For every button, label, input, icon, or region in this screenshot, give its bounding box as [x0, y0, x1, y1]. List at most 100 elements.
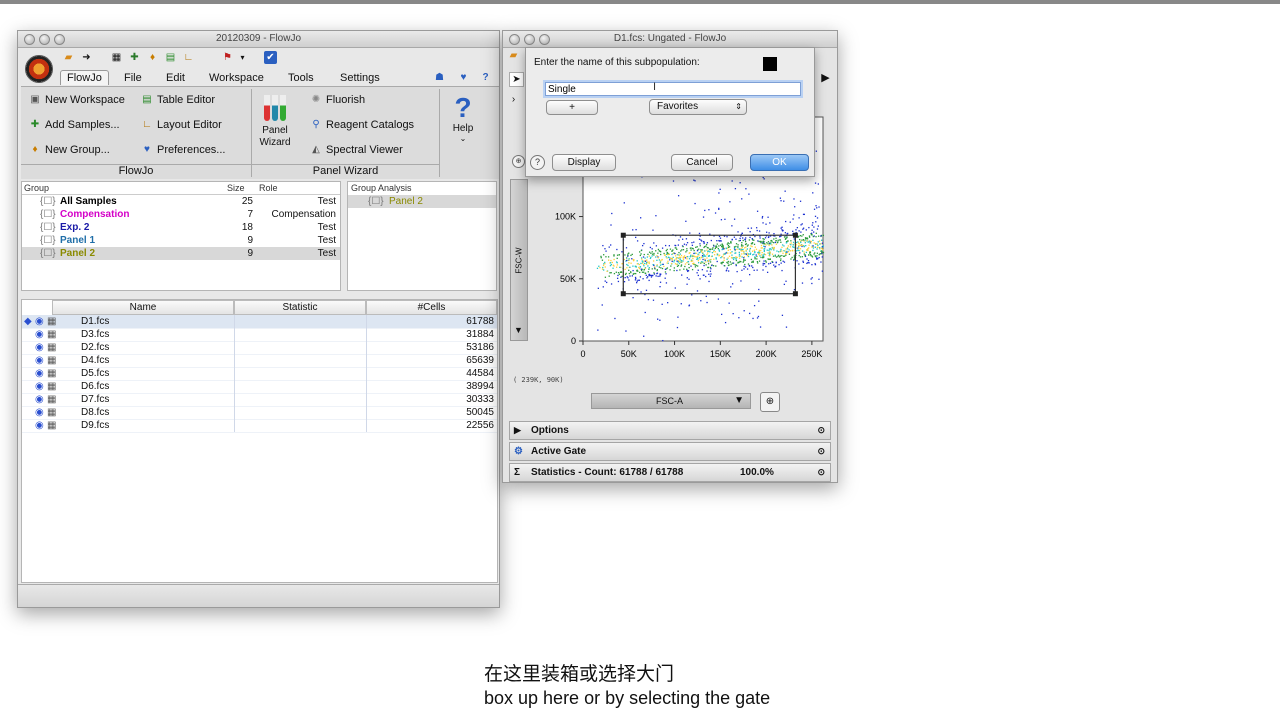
menu-file[interactable]: File	[124, 71, 142, 85]
fluorish-button[interactable]: ✺ Fluorish	[310, 94, 365, 106]
close-button[interactable]	[24, 34, 35, 45]
event-point	[627, 253, 629, 255]
sample-row[interactable]: ◉ ▦ D3.fcs 31884	[22, 328, 497, 342]
event-point	[668, 245, 671, 247]
spectral-viewer-button[interactable]: ◭ Spectral Viewer	[310, 144, 403, 156]
add-samples-button[interactable]: ✚ Add Samples...	[29, 119, 120, 131]
plot-titlebar[interactable]: D1.fcs: Ungated - FlowJo	[503, 31, 837, 48]
group-row[interactable]: {☐} Panel 2 9 Test	[22, 247, 340, 260]
checkmark-icon[interactable]: ✔	[264, 51, 277, 64]
zoom-button[interactable]	[54, 34, 65, 45]
add-samples-icon[interactable]: ✚	[128, 51, 141, 64]
event-point	[601, 304, 603, 306]
table-icon[interactable]: ▤	[164, 51, 177, 64]
new-group-button[interactable]: ♦ New Group...	[29, 144, 109, 156]
workspace-titlebar[interactable]: 20120309 - FlowJo	[18, 31, 499, 48]
event-point	[635, 236, 637, 239]
layout-grid-icon[interactable]: ▦	[110, 51, 123, 64]
heart-icon[interactable]: ♥	[457, 71, 470, 84]
event-point	[737, 246, 739, 248]
forward-arrow-icon[interactable]: ➜	[80, 51, 93, 64]
group-row[interactable]: {☐} Exp. 2 18 Test	[22, 221, 340, 234]
subpopulation-name-input[interactable]	[545, 82, 801, 96]
menu-settings[interactable]: Settings	[340, 71, 380, 85]
help-circle-button[interactable]: ?	[530, 155, 545, 170]
event-point	[821, 270, 824, 272]
statistics-section[interactable]: Σ Statistics - Count: 61788 / 61788 100.…	[509, 463, 831, 482]
flag-icon[interactable]: ⚑	[221, 51, 234, 64]
statistic-column-header[interactable]: Statistic	[234, 300, 366, 315]
chevron-down-icon[interactable]: ▾	[236, 51, 249, 64]
menu-tools[interactable]: Tools	[288, 71, 314, 85]
open-folder-icon[interactable]: ▰	[507, 49, 520, 62]
table-editor-button[interactable]: ▤ Table Editor	[141, 94, 215, 106]
plot-close-button[interactable]	[509, 34, 520, 45]
favorites-dropdown[interactable]: Favorites ⇕	[649, 99, 747, 115]
event-point	[671, 259, 673, 261]
sample-row[interactable]: ◉ ▦ D5.fcs 44584	[22, 367, 497, 381]
active-gate-section[interactable]: ⚙ Active Gate ⊙	[509, 442, 831, 461]
gate-overlay-icon[interactable]: ⊕	[512, 155, 525, 168]
add-button[interactable]: +	[546, 100, 598, 115]
sample-radio-icon[interactable]: ◉	[35, 354, 44, 367]
sample-radio-icon[interactable]: ◉	[35, 380, 44, 393]
cells-column-header[interactable]: #Cells	[366, 300, 497, 315]
layout-editor-button[interactable]: ∟ Layout Editor	[141, 119, 222, 131]
sample-radio-icon[interactable]: ◉	[35, 419, 44, 432]
group-row[interactable]: {☐} All Samples 25 Test	[22, 195, 340, 208]
group-row[interactable]: {☐} Panel 1 9 Test	[22, 234, 340, 247]
sample-radio-icon[interactable]: ◉	[35, 315, 44, 328]
layout-icon[interactable]: ∟	[182, 51, 195, 64]
size-column-header[interactable]: Size	[227, 183, 245, 193]
sample-radio-icon[interactable]: ◉	[35, 406, 44, 419]
role-column-header[interactable]: Role	[259, 183, 278, 193]
flowjo-logo-icon[interactable]	[25, 55, 53, 83]
sample-row[interactable]: ◉ ▦ D2.fcs 53186	[22, 341, 497, 355]
group-bracket-icon: {☐}	[40, 209, 56, 220]
pointer-tool-icon[interactable]: ➤	[509, 72, 524, 87]
right-arrow-icon[interactable]: ▶	[819, 72, 832, 85]
y-axis-selector[interactable]: FSC-W ▼	[510, 179, 528, 341]
name-column-header[interactable]: Name	[52, 300, 234, 315]
expand-arrow-icon[interactable]: ›	[507, 93, 520, 106]
sample-radio-icon[interactable]: ◉	[35, 328, 44, 341]
x-axis-selector[interactable]: FSC-A ▼	[591, 393, 751, 409]
options-section[interactable]: ▶ Options ⊙	[509, 421, 831, 440]
preferences-button[interactable]: ♥ Preferences...	[141, 144, 225, 156]
menu-workspace[interactable]: Workspace	[209, 71, 264, 85]
reagent-catalogs-button[interactable]: ⚲ Reagent Catalogs	[310, 119, 414, 131]
sample-row[interactable]: ◆ ◉ ▦ D1.fcs 61788	[22, 315, 497, 329]
sample-row[interactable]: ◉ ▦ D9.fcs 22556	[22, 419, 497, 433]
menu-flowjo[interactable]: FlowJo	[60, 70, 109, 85]
event-point	[794, 206, 796, 208]
group-row[interactable]: {☐} Compensation 7 Compensation	[22, 208, 340, 221]
menu-edit[interactable]: Edit	[166, 71, 185, 85]
group-column-header[interactable]: Group	[24, 183, 49, 193]
display-button[interactable]: Display	[552, 154, 616, 171]
sample-row[interactable]: ◉ ▦ D4.fcs 65639	[22, 354, 497, 368]
cancel-button[interactable]: Cancel	[671, 154, 733, 171]
event-point	[655, 250, 657, 252]
sample-row[interactable]: ◉ ▦ D8.fcs 50045	[22, 406, 497, 420]
ok-button[interactable]: OK	[750, 154, 809, 171]
group-icon[interactable]: ♦	[146, 51, 159, 64]
help-icon[interactable]: ?	[479, 71, 492, 84]
group-analysis-item[interactable]: {☐} Panel 2	[348, 195, 496, 208]
sample-radio-icon[interactable]: ◉	[35, 367, 44, 380]
axis-options-icon[interactable]: ⊕	[760, 392, 780, 412]
y-chevron-down-icon[interactable]: ▼	[514, 325, 523, 335]
plot-zoom-button[interactable]	[539, 34, 550, 45]
panel-wizard-button[interactable]: Panel Wizard	[253, 93, 297, 159]
help-button[interactable]: ? Help ⌄	[441, 93, 485, 159]
sample-radio-icon[interactable]: ◉	[35, 341, 44, 354]
open-folder-icon[interactable]: ▰	[62, 51, 75, 64]
event-point	[807, 249, 809, 252]
ribbon-award-icon[interactable]: ☗	[433, 71, 446, 84]
sample-row[interactable]: ◉ ▦ D7.fcs 30333	[22, 393, 497, 407]
minimize-button[interactable]	[39, 34, 50, 45]
color-swatch[interactable]	[763, 57, 777, 71]
sample-radio-icon[interactable]: ◉	[35, 393, 44, 406]
sample-row[interactable]: ◉ ▦ D6.fcs 38994	[22, 380, 497, 394]
plot-minimize-button[interactable]	[524, 34, 535, 45]
new-workspace-button[interactable]: ▣ New Workspace	[29, 94, 125, 106]
